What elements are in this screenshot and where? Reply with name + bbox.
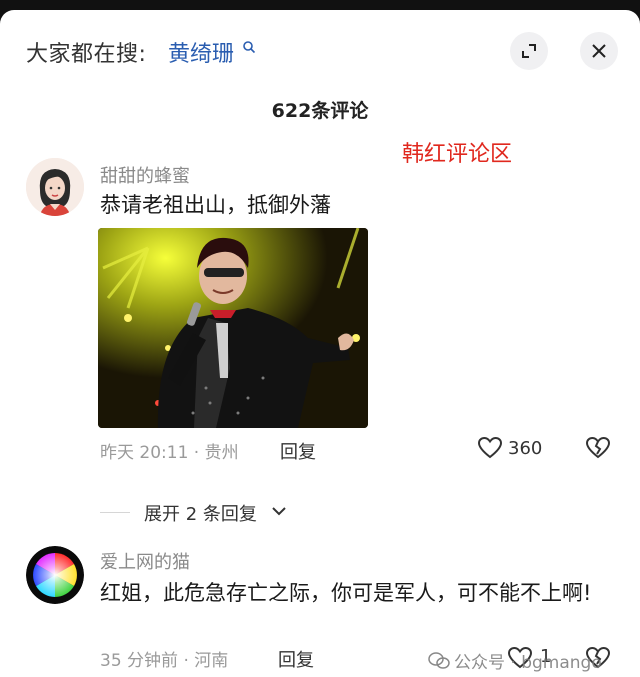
heart-icon[interactable] [477,436,503,460]
comment-meta: 35 分钟前 · 河南 [100,651,229,671]
watermark-text: 公众号 · bgmango [454,653,602,673]
comment-username[interactable]: 甜甜的蜂蜜 [100,162,190,188]
comment-photo[interactable] [98,228,368,428]
comment-text: 红姐，此危急存亡之际，你可是军人，可不能不上啊! [100,581,592,605]
stage-performer-image [98,228,368,428]
close-button[interactable] [580,32,618,70]
comment-meta: 昨天 20:11 · 贵州 [100,443,239,463]
comments-panel: 大家都在搜: 黄绮珊 622条评论 韩红评论区 甜甜的蜂蜜 恭请老祖出山，抵御外… [0,10,640,677]
expand-button[interactable] [510,32,548,70]
trending-search-link[interactable]: 黄绮珊 [168,36,234,68]
reply-button[interactable]: 回复 [280,438,316,464]
search-icon[interactable] [242,40,256,54]
expand-divider [100,512,130,513]
close-icon [592,44,606,58]
avatar-illustration [26,158,84,216]
comment-count: 622条评论 [271,100,369,122]
chevron-down-icon[interactable] [272,506,286,516]
broken-heart-icon[interactable] [585,436,611,460]
top-bar: 大家都在搜: 黄绮珊 [0,10,640,90]
expand-icon [522,44,536,58]
watermark: 公众号 · bgmango [428,648,602,673]
trending-search-prefix: 大家都在搜: [26,42,147,67]
overlay-caption: 韩红评论区 [402,142,513,167]
wechat-icon [428,651,450,669]
avatar[interactable] [26,158,84,216]
like-count: 360 [508,438,543,459]
reply-button[interactable]: 回复 [278,646,314,672]
comment-text: 恭请老祖出山，抵御外藩 [100,193,331,217]
comment-username[interactable]: 爱上网的猫 [100,548,190,574]
avatar[interactable] [26,546,84,604]
expand-replies-link[interactable]: 展开 2 条回复 [144,500,257,526]
color-wheel-avatar [26,546,84,604]
